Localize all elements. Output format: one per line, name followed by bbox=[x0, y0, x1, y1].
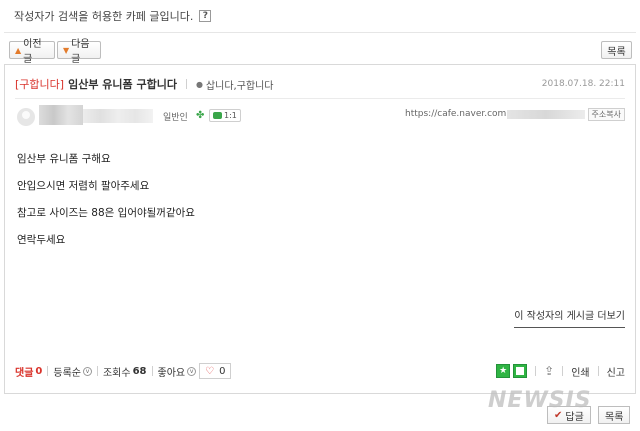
share-icon[interactable]: ⇪ bbox=[544, 364, 554, 378]
next-post-button[interactable]: ▼ 다음글 bbox=[57, 39, 101, 65]
post-date: 2018.07.18. 22:11 bbox=[541, 79, 625, 89]
chat-button[interactable]: 1:1 bbox=[209, 109, 241, 122]
avatar[interactable] bbox=[17, 108, 35, 126]
author-row: 일반인 ✤ 1:1 https://cafe.naver.com 주소복사 bbox=[15, 105, 625, 129]
notice-text: 작성자가 검색을 허용한 카페 글입니다. bbox=[14, 10, 194, 23]
bullet-icon: ● bbox=[195, 79, 203, 89]
divider bbox=[597, 366, 599, 376]
blog-share-icon[interactable] bbox=[513, 364, 528, 378]
post-header: [구합니다] 임산부 유니폼 구합니다 ● 삽니다,구합니다 2018.07.1… bbox=[15, 73, 625, 95]
like-label: 좋아요 bbox=[157, 367, 186, 379]
post-container: [구합니다] 임산부 유니폼 구합니다 ● 삽니다,구합니다 2018.07.1… bbox=[4, 64, 636, 394]
comments-toggle[interactable]: 댓글 0 bbox=[15, 364, 42, 379]
comments-label: 댓글 bbox=[15, 367, 34, 379]
sort-label: 등록순 bbox=[53, 367, 81, 379]
list-button-top[interactable]: 목록 bbox=[601, 41, 632, 59]
divider bbox=[562, 366, 564, 376]
divider bbox=[4, 32, 636, 33]
list-button-bottom[interactable]: 목록 bbox=[598, 406, 631, 424]
divider bbox=[15, 98, 625, 99]
views-count: 68 bbox=[132, 365, 147, 377]
views-label: 조회수 bbox=[102, 367, 131, 379]
like-button[interactable]: ♡ 0 bbox=[199, 363, 232, 379]
author-name-redacted[interactable] bbox=[39, 105, 83, 125]
author-id-redacted bbox=[83, 109, 153, 123]
body-line: 임산부 유니폼 구해요 bbox=[17, 153, 111, 165]
board-link[interactable]: ● 삽니다,구합니다 bbox=[196, 77, 274, 92]
heart-icon: ♡ bbox=[205, 365, 215, 377]
like-count: 0 bbox=[219, 365, 226, 377]
post-category[interactable]: [구합니다] bbox=[15, 76, 64, 92]
report-button[interactable]: 신고 bbox=[607, 364, 625, 379]
divider bbox=[151, 366, 153, 376]
body-line: 참고로 사이즈는 88은 입어야될꺼같아요 bbox=[17, 207, 195, 219]
naver-me-icon[interactable]: ★ bbox=[496, 364, 511, 378]
chevron-down-icon: v bbox=[187, 366, 197, 376]
more-posts-link[interactable]: 이 작성자의 게시글 더보기 bbox=[514, 307, 625, 328]
help-icon[interactable]: ? bbox=[199, 10, 212, 22]
down-arrow-icon: ▼ bbox=[63, 45, 70, 55]
copy-url-button[interactable]: 주소복사 bbox=[587, 108, 625, 121]
divider bbox=[185, 79, 187, 89]
body-line: 안입으시면 저렴히 팔아주세요 bbox=[17, 180, 150, 192]
watermark-logo: NEWSIS bbox=[488, 388, 592, 413]
chat-bubble-icon bbox=[213, 112, 222, 119]
comments-count: 0 bbox=[35, 365, 43, 377]
sort-dropdown[interactable]: 등록순 v bbox=[53, 364, 92, 379]
list-label: 목록 bbox=[605, 411, 624, 423]
board-name: 삽니다,구합니다 bbox=[205, 80, 274, 92]
chat-label: 1:1 bbox=[224, 111, 237, 120]
author-rank: 일반인 bbox=[163, 113, 188, 123]
footer-actions: ★ ⇪ 인쇄 신고 bbox=[496, 362, 625, 380]
next-post-label: 다음글 bbox=[71, 39, 90, 65]
post-title: 임산부 유니폼 구합니다 bbox=[68, 78, 177, 91]
chevron-down-icon: v bbox=[82, 366, 92, 376]
divider bbox=[96, 366, 98, 376]
divider bbox=[535, 366, 537, 376]
view-count: 조회수 68 bbox=[103, 364, 147, 379]
post-footer: 댓글 0 등록순 v 조회수 68 좋아요 v ♡ 0 ★ ⇪ 인쇄 신고 bbox=[15, 362, 625, 380]
print-button[interactable]: 인쇄 bbox=[571, 364, 589, 379]
up-arrow-icon: ▲ bbox=[15, 45, 22, 55]
likes-dropdown[interactable]: 좋아요 v bbox=[158, 364, 197, 379]
search-allowed-notice: 작성자가 검색을 허용한 카페 글입니다. ? bbox=[14, 8, 212, 24]
prev-post-label: 이전글 bbox=[23, 39, 42, 65]
url-redacted bbox=[507, 109, 586, 119]
divider bbox=[47, 366, 49, 376]
list-label: 목록 bbox=[607, 46, 626, 58]
sprout-icon: ✤ bbox=[196, 110, 205, 121]
url-prefix: https://cafe.naver.com bbox=[405, 109, 507, 119]
post-url: https://cafe.naver.com bbox=[405, 109, 586, 119]
prev-post-button[interactable]: ▲ 이전글 bbox=[9, 39, 55, 65]
body-line: 연락두세요 bbox=[17, 234, 66, 246]
